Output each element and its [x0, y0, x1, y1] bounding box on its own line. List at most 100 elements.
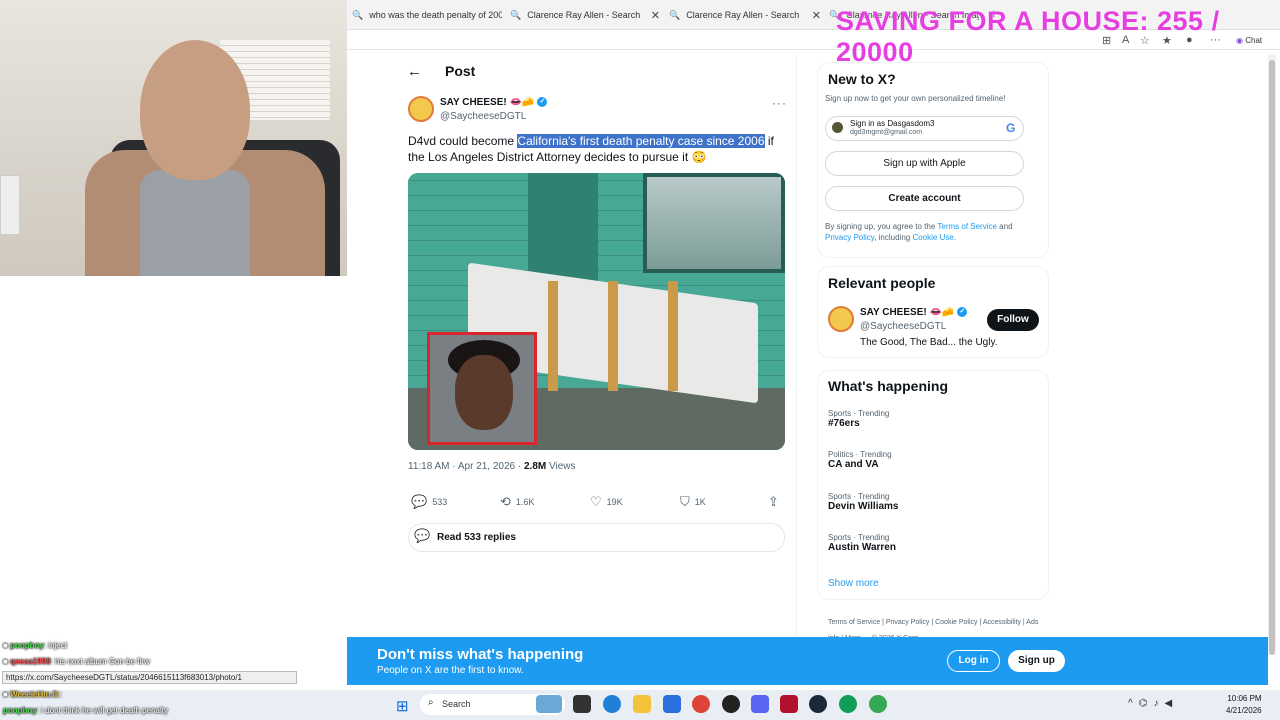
avatar[interactable]: [828, 306, 854, 332]
more-options-icon[interactable]: ···: [772, 96, 787, 110]
system-tray[interactable]: ^⌬♪◀: [1128, 698, 1178, 709]
task-view-icon[interactable]: [573, 695, 591, 713]
browser-tab[interactable]: 🔍 Clarence Ray Allen - Search ✕: [510, 4, 660, 26]
clock-date: 4/21/2026: [1226, 706, 1262, 715]
mugshot-face: [455, 355, 513, 430]
strap: [548, 281, 558, 391]
google-account-email: dgd3mgmt@gmail.com: [850, 129, 923, 136]
chrome-profile-icon[interactable]: [839, 695, 857, 713]
store-icon[interactable]: [663, 695, 681, 713]
share-button[interactable]: ⇪: [768, 494, 779, 510]
bookmark-icon: ⛉: [680, 494, 690, 509]
volume-icon[interactable]: ◀: [1164, 698, 1178, 709]
saving-goal-overlay: SAVING FOR A HOUSE: 255 / 20000: [836, 6, 1220, 67]
terms-of-service-link[interactable]: Terms of Service: [937, 222, 997, 231]
terms-text: , including: [874, 233, 913, 242]
widget-icon[interactable]: [536, 695, 562, 713]
user-handle[interactable]: @SaycheeseDGTL: [440, 111, 526, 122]
signup-terms: By signing up, you agree to the Terms of…: [825, 221, 1035, 243]
chevron-up-icon[interactable]: ^: [1128, 698, 1139, 709]
banner-subtitle: People on X are the first to know.: [377, 665, 524, 676]
new-to-x-title: New to X?: [828, 71, 896, 87]
windows-start-icon[interactable]: ⊞: [396, 697, 409, 715]
obs-icon[interactable]: [722, 695, 740, 713]
show-more-link[interactable]: Show more: [828, 578, 879, 589]
avatar[interactable]: [408, 96, 434, 122]
back-arrow-icon[interactable]: ←: [407, 63, 422, 80]
chat-text: : his next album Gon be firw: [50, 657, 150, 666]
browser-tab[interactable]: 🔍 Clarence Ray Allen - Search ✕: [669, 4, 821, 26]
verified-badge-icon: ✓: [537, 97, 548, 108]
terms-text: By signing up, you agree to the: [825, 222, 938, 231]
microphone-icon[interactable]: ♪: [1153, 698, 1164, 709]
chat-username: qeeaa1998: [10, 657, 51, 666]
system-clock[interactable]: 10:06 PM 4/21/2026: [1226, 693, 1262, 717]
discord-icon[interactable]: [751, 695, 769, 713]
chat-username: poopboy: [3, 706, 37, 715]
views-label: Views: [546, 461, 576, 472]
share-icon: ⇪: [768, 494, 779, 509]
trend-item[interactable]: Politics · Trending CA and VA: [828, 450, 892, 470]
trend-item[interactable]: Sports · Trending Devin Williams: [828, 492, 899, 512]
relevant-person-name[interactable]: SAY CHEESE! 👄🧀 ✓: [860, 307, 968, 318]
like-button[interactable]: ♡ 19K: [590, 494, 623, 510]
search-icon: 🔍: [352, 9, 364, 20]
trend-category: Sports · Trending: [828, 409, 890, 418]
whats-happening-card: [817, 370, 1049, 600]
acrobat-icon[interactable]: [780, 695, 798, 713]
privacy-policy-link[interactable]: Privacy Policy: [825, 233, 874, 242]
trend-category: Sports · Trending: [828, 492, 890, 501]
bookmark-button[interactable]: ⛉ 1K: [680, 494, 706, 510]
close-icon[interactable]: ✕: [812, 9, 821, 22]
trend-item[interactable]: Sports · Trending #76ers: [828, 409, 889, 429]
chat-message: ■ qeeaa1998: his next album Gon be firw: [3, 657, 150, 666]
trend-item[interactable]: Sports · Trending Austin Warren: [828, 533, 896, 553]
chat-badge-icon: ■: [3, 657, 8, 666]
chat-badge-icon: ■: [3, 690, 8, 699]
network-icon[interactable]: ⌬: [1139, 698, 1154, 709]
display-name[interactable]: SAY CHEESE! 👄🧀 ✓: [440, 97, 548, 108]
column-divider: [796, 55, 797, 640]
reply-bubble-icon: 💬: [414, 528, 431, 543]
chat-username: WeeeieHm.II:: [10, 690, 60, 699]
login-button[interactable]: Log in: [947, 650, 1000, 672]
display-name-text: SAY CHEESE! 👄🧀: [440, 97, 535, 108]
repost-button[interactable]: ⟲ 1.6K: [500, 494, 534, 510]
create-account-button[interactable]: Create account: [825, 186, 1024, 211]
chrome-icon[interactable]: [692, 695, 710, 713]
scrollbar-thumb[interactable]: [1269, 60, 1275, 655]
cookie-use-link[interactable]: Cookie Use: [912, 233, 953, 242]
post-meta: 11:18 AM · Apr 21, 2026 · 2.8M Views: [408, 461, 576, 472]
bucket: [0, 175, 20, 235]
chat-message: ■ poopboy: inject: [3, 641, 67, 650]
relevant-person-handle[interactable]: @SaycheeseDGTL: [860, 321, 946, 332]
search-icon: 🔍: [669, 9, 681, 20]
apple-signup-label: Sign up with Apple: [883, 158, 966, 169]
streamer-head: [140, 40, 250, 180]
steam-icon[interactable]: [809, 695, 827, 713]
chrome-alt-icon[interactable]: [869, 695, 887, 713]
signup-button[interactable]: Sign up: [1008, 650, 1065, 672]
edge-icon[interactable]: [603, 695, 621, 713]
repost-count: 1.6K: [515, 497, 535, 507]
close-icon[interactable]: ✕: [651, 9, 660, 22]
google-account-name: Sign in as Dasgasdom3: [850, 119, 935, 128]
banner-title: Don't miss what's happening: [377, 646, 584, 663]
file-explorer-icon[interactable]: [633, 695, 651, 713]
reply-button[interactable]: 💬 533: [411, 494, 447, 510]
post-time[interactable]: 11:18 AM · Apr 21, 2026 ·: [408, 461, 524, 472]
chat-text: :: [59, 690, 62, 699]
whats-happening-title: What's happening: [828, 378, 948, 394]
chat-username: poopboy: [10, 641, 44, 650]
follow-button[interactable]: Follow: [987, 309, 1039, 331]
heart-icon: ♡: [590, 494, 602, 509]
relevant-person-name-text: SAY CHEESE! 👄🧀: [860, 307, 955, 318]
read-replies-button[interactable]: Read 533 replies: [408, 523, 785, 552]
status-url-tooltip: https://x.com/SaycheeseDGTL/status/20466…: [2, 671, 297, 684]
chat-badge-icon: ■: [3, 641, 8, 650]
apple-signup-button[interactable]: Sign up with Apple: [825, 151, 1024, 176]
webcam-overlay: [0, 0, 347, 276]
trend-category: Politics · Trending: [828, 450, 892, 459]
browser-tab[interactable]: 🔍 who was the death penalty of 200 ✕: [352, 4, 502, 26]
strap: [668, 281, 678, 391]
